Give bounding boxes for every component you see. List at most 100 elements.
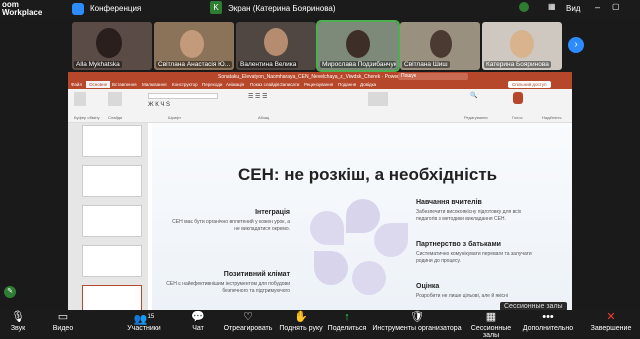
font-format-icons[interactable]: Ж К Ч S	[148, 102, 170, 108]
brand: oom Workplace	[2, 1, 42, 17]
shield-icon[interactable]	[519, 2, 529, 12]
reactions-button[interactable]: ♡ Отреагировать	[220, 310, 276, 336]
meeting-toolbar: 🎙 Звук ▭ Видео 👥15 Участники 💬 Чат ♡ Отреагир…	[0, 310, 640, 339]
chat-button[interactable]: 💬 Чат	[186, 310, 210, 336]
point-parents: Партнерство з батьками Систематично кому…	[416, 241, 536, 265]
paste-icon[interactable]	[74, 92, 86, 106]
slide-thumbnail[interactable]	[82, 125, 142, 157]
point-heading: Партнерство з батьками	[416, 241, 501, 248]
host-tools-button[interactable]: 🛡 Инструменты организатора	[370, 310, 464, 336]
share-screen-button[interactable]: ↑ Поделиться	[324, 310, 370, 336]
slide-thumbnail-active[interactable]	[82, 285, 142, 310]
point-evaluation: Оцінка Розробити не лише цільові, але й …	[416, 283, 536, 300]
point-heading: Позитивний клімат	[223, 271, 290, 278]
hand-icon: ✋	[294, 311, 308, 323]
paragraph-icons[interactable]: ☰ ☰ ☰	[248, 93, 267, 100]
tab-help[interactable]: Довідка	[360, 82, 376, 87]
breakout-rooms-label: Сессионные залы	[470, 325, 512, 339]
raise-hand-label: Поднять руку	[279, 325, 323, 332]
chat-icon: 💬	[191, 311, 205, 323]
tab-insert[interactable]: Вставлення	[112, 82, 137, 87]
video-button[interactable]: ▭ Видео	[44, 310, 82, 336]
point-text: Систематично комунікувати переваги та за…	[416, 251, 532, 264]
participants-label: Участники	[127, 325, 161, 332]
ppt-search[interactable]: Пошук	[398, 73, 468, 80]
participant-tile[interactable]: Валентина Велика	[236, 22, 316, 70]
host-tools-label: Инструменты организатора	[372, 325, 462, 332]
participant-name: Валентина Велика	[238, 61, 299, 68]
people-icon: 👥	[133, 313, 148, 326]
security-icon[interactable]	[72, 3, 84, 15]
point-text: СЕН є найефективнішим інструментом для п…	[166, 281, 290, 294]
heart-icon: ♡	[243, 311, 253, 323]
slide-thumbnail[interactable]	[82, 165, 142, 197]
point-text: СЕН має бути органічно вплетений у кожен…	[172, 219, 290, 232]
camera-icon: ▭	[57, 311, 69, 323]
group-slides: Слайди	[108, 115, 123, 120]
tab-file[interactable]: Файл	[71, 82, 82, 87]
slide-title: СЕН: не розкіш, а необхідність	[238, 165, 498, 184]
point-integration: Інтеграція СЕН має бути органічно вплете…	[166, 209, 290, 233]
slide-thumbnail[interactable]	[82, 205, 142, 237]
participants-icon: 👥15	[122, 310, 166, 326]
tab-review[interactable]: Рецензування	[304, 82, 333, 87]
more-label: Дополнительно	[522, 325, 574, 332]
more-icon: •••	[542, 311, 554, 323]
new-slide-icon[interactable]	[108, 92, 122, 106]
video-label: Видео	[52, 325, 74, 332]
dictate-icon[interactable]	[513, 92, 523, 104]
font-select[interactable]	[148, 93, 218, 99]
tab-slideshow[interactable]: Показ слайдів	[250, 82, 279, 87]
minimize-icon[interactable]: –	[595, 2, 600, 12]
tab-home[interactable]: Основне	[86, 81, 111, 88]
brand-line2: Workplace	[2, 8, 43, 17]
breakout-rooms-button[interactable]: ▦ Сессионные залы	[462, 310, 520, 339]
end-label: Завершение	[590, 325, 632, 332]
audio-button[interactable]: 🎙 Звук	[4, 310, 32, 336]
annotate-icon[interactable]: ✎	[4, 286, 16, 298]
participant-name: Alla Mykhatska	[74, 61, 122, 68]
editing-icons[interactable]: 🔍	[470, 92, 477, 99]
ppt-search-label: Пошук	[401, 73, 417, 79]
maximize-icon[interactable]: ▢	[612, 2, 620, 11]
participant-tile-active[interactable]: Мирослава Подзибанчук	[316, 20, 400, 72]
participants-count: 15	[147, 314, 155, 320]
participant-tile[interactable]: Світлана Анастасія Ю...	[154, 22, 234, 70]
end-button[interactable]: ✕ Завершение	[584, 310, 638, 336]
shapes-icon[interactable]	[368, 92, 388, 106]
tab-animations[interactable]: Анімація	[226, 82, 244, 87]
share-button[interactable]: Спільний доступ	[508, 81, 551, 88]
ribbon-tabs: Файл Основне Вставлення Малювання Констр…	[68, 81, 572, 89]
share-indicator-icon: K	[210, 1, 222, 14]
participant-tile[interactable]: Світлана Шиш	[400, 22, 480, 70]
point-heading: Навчання вчителів	[416, 199, 482, 206]
point-heading: Інтеграція	[255, 209, 290, 216]
participant-tile[interactable]: Alla Mykhatska	[72, 22, 152, 70]
participants-button[interactable]: 👥15 Участники	[122, 310, 166, 336]
point-climate: Позитивний клімат СЕН є найефективнішим …	[166, 271, 290, 295]
participant-name: Мирослава Подзибанчук	[320, 61, 396, 68]
raise-hand-button[interactable]: ✋ Поднять руку	[274, 310, 328, 336]
grid-icon: ▦	[548, 2, 556, 11]
view-button[interactable]: Вид	[566, 4, 580, 13]
ppt-title: Sonataku_Elevatyon_Naomharaya_CEN_Nevelc…	[218, 74, 411, 80]
shield-icon: 🛡	[410, 311, 424, 323]
tab-transitions[interactable]: Переходи	[202, 82, 222, 87]
slide-thumbnail[interactable]	[82, 245, 142, 277]
audio-label: Звук	[10, 325, 26, 332]
tab-draw[interactable]: Малювання	[142, 82, 167, 87]
tab-view[interactable]: Подання	[338, 82, 356, 87]
group-voice: Голос	[512, 115, 523, 120]
share-screen-label: Поделиться	[327, 325, 367, 332]
participant-tile[interactable]: Катерина Бояринова	[482, 22, 562, 70]
more-button[interactable]: ••• Дополнительно	[520, 310, 576, 336]
group-paragraph: Абзац	[258, 115, 270, 120]
share-screen-icon: ↑	[344, 311, 350, 323]
point-text: Забезпечити високоякісну підготовку для …	[416, 209, 522, 222]
tab-record[interactable]: Записати	[280, 82, 299, 87]
close-icon: ✕	[606, 311, 616, 323]
participant-name: Світлана Шиш	[402, 61, 450, 68]
tab-design[interactable]: Конструктор	[172, 82, 198, 87]
share-label: Экран (Катерина Бояринова)	[228, 4, 336, 13]
next-participants-button[interactable]: ›	[568, 37, 584, 53]
